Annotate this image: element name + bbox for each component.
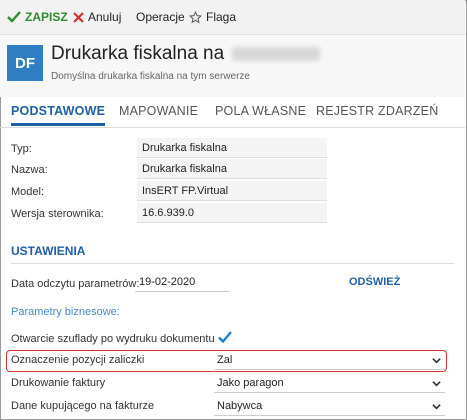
tab-mapowanie[interactable]: MAPOWANIE: [119, 97, 198, 125]
driver-version-label: Wersja sterownika:: [11, 208, 104, 220]
save-button-label: ZAPISZ: [25, 10, 68, 24]
flag-button[interactable]: Flaga: [189, 0, 236, 34]
buyer-data-value: Nabywca: [217, 400, 263, 412]
settings-section-title: USTAWIENIA: [11, 244, 86, 258]
driver-version-field: 16.6.939.0: [137, 203, 327, 223]
page-subtitle: Domyślna drukarka fiskalna na tym serwer…: [51, 71, 250, 82]
tab-podstawowe[interactable]: PODSTAWOWE: [11, 97, 106, 126]
redacted-server-name: [232, 46, 321, 61]
chevron-down-icon: [432, 358, 441, 364]
flag-button-label: Flaga: [206, 10, 237, 24]
name-label: Nazwa:: [11, 164, 48, 176]
operations-menu[interactable]: Operacje: [136, 0, 185, 34]
tab-rejestr-zdarzen[interactable]: REJESTR ZDARZEŃ: [316, 97, 438, 125]
type-label: Typ:: [11, 143, 32, 155]
refresh-button[interactable]: ODŚWIEŻ: [349, 276, 400, 288]
star-icon: [189, 10, 202, 23]
section-divider: [11, 263, 454, 264]
type-field: Drukarka fiskalna: [137, 138, 327, 158]
chevron-down-icon: [432, 404, 441, 410]
invoice-print-value: Jako paragon: [217, 377, 284, 389]
model-field: InsERT FP.Virtual: [137, 181, 327, 201]
tab-bar: PODSTAWOWE MAPOWANIE POLA WŁASNE REJESTR…: [0, 97, 465, 128]
invoice-print-label: Drukowanie faktury: [11, 377, 106, 389]
business-params-label: Parametry biznesowe:: [11, 306, 120, 318]
page-title: Drukarka fiskalna na: [51, 43, 321, 65]
drawer-open-label: Otwarcie szuflady po wydruku dokumentu: [11, 333, 215, 345]
advance-marker-select[interactable]: Zal: [214, 350, 445, 370]
avatar: DF: [7, 45, 43, 81]
name-field[interactable]: Drukarka fiskalna: [137, 159, 327, 179]
cancel-button[interactable]: Anuluj: [73, 0, 121, 34]
cancel-button-label: Anuluj: [88, 10, 122, 24]
model-label: Model:: [11, 186, 45, 198]
drawer-open-checkbox[interactable]: [218, 330, 232, 344]
toolbar: ZAPISZ Anuluj Operacje Flaga: [0, 0, 465, 35]
advance-marker-value: Zal: [217, 354, 233, 366]
checkmark-icon: [7, 11, 21, 23]
advance-marker-label: Oznaczenie pozycji zaliczki: [11, 354, 145, 366]
tab-pola-wlasne[interactable]: POLA WŁASNE: [215, 97, 306, 125]
read-date-field: 19-02-2020: [135, 273, 230, 292]
chevron-down-icon: [432, 381, 441, 387]
buyer-data-select[interactable]: Nabywca: [214, 396, 445, 416]
page-title-text: Drukarka fiskalna na: [51, 43, 225, 64]
read-date-label: Data odczytu parametrów:: [11, 278, 140, 290]
operations-menu-label: Operacje: [136, 10, 185, 24]
buyer-data-label: Dane kupującego na fakturze: [11, 400, 155, 412]
save-button[interactable]: ZAPISZ: [7, 0, 68, 34]
invoice-print-select[interactable]: Jako paragon: [214, 373, 445, 393]
close-icon: [73, 11, 84, 23]
checkmark-icon: [218, 331, 232, 344]
